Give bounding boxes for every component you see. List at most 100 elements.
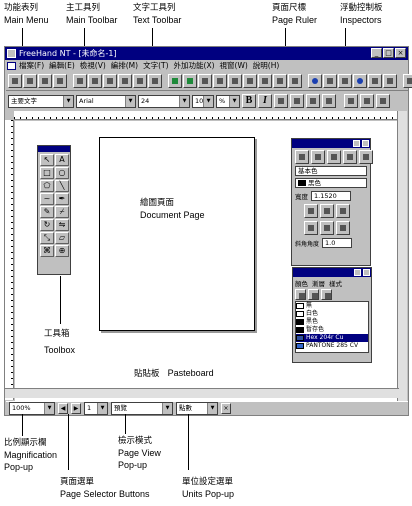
tab-styles[interactable]: 樣式 [329, 278, 342, 288]
rectangle-tool-icon[interactable]: □ [40, 167, 54, 179]
freehand-tool-icon[interactable]: ~ [40, 193, 54, 205]
open-file-icon[interactable] [23, 74, 37, 88]
align-left-icon[interactable] [274, 94, 288, 108]
inspector-icon[interactable] [368, 74, 382, 88]
help-icon[interactable] [403, 74, 412, 88]
knife-tool-icon[interactable]: ⌿ [55, 206, 69, 218]
reflect-tool-icon[interactable]: ⇋ [55, 219, 69, 231]
ellipse-tool-icon[interactable]: ○ [55, 167, 69, 179]
skew-tool-icon[interactable]: ▱ [55, 232, 69, 244]
menu-help[interactable]: 說明(H) [253, 60, 280, 72]
ungroup-icon[interactable] [183, 74, 197, 88]
save-icon[interactable] [38, 74, 52, 88]
text-tab-icon[interactable] [343, 150, 357, 164]
join-bevel-icon[interactable] [336, 221, 350, 235]
tab-gradients[interactable]: 漸層 [312, 278, 325, 288]
copy-icon[interactable] [118, 74, 132, 88]
paste-icon[interactable] [133, 74, 147, 88]
join-icon[interactable] [273, 74, 287, 88]
horizontal-page-ruler[interactable] [14, 111, 399, 120]
pointer-tool-icon[interactable]: ↖ [40, 154, 54, 166]
layers-icon[interactable] [228, 74, 242, 88]
both-swatch-icon[interactable] [321, 289, 332, 300]
list-item[interactable]: 白色 [296, 310, 368, 318]
list-item[interactable]: PANTONE 285 CV [296, 342, 368, 350]
inspector-close-button[interactable] [362, 140, 369, 147]
font-select[interactable]: Arial [76, 94, 136, 108]
menu-text[interactable]: 文字(T) [143, 60, 168, 72]
text-convert-icon[interactable] [376, 94, 390, 108]
fill-swatch-icon[interactable] [295, 289, 306, 300]
align-right-icon[interactable] [306, 94, 320, 108]
cut-icon[interactable] [103, 74, 117, 88]
minimize-button[interactable]: _ [371, 48, 382, 58]
join-round-icon[interactable] [320, 221, 334, 235]
menu-view[interactable]: 檢視(V) [80, 60, 106, 72]
vertical-page-ruler[interactable] [5, 120, 14, 400]
export-icon[interactable] [88, 74, 102, 88]
menu-file[interactable]: 檔案(F) [19, 60, 44, 72]
object-tab-icon[interactable] [295, 150, 309, 164]
list-item[interactable]: Hex 204r Cu [296, 334, 368, 342]
leading-unit-select[interactable]: % [216, 94, 240, 108]
italic-button[interactable]: I [258, 94, 272, 108]
polygon-tool-icon[interactable]: ⬠ [40, 180, 54, 192]
cap-butt-icon[interactable] [304, 204, 318, 218]
stroke-tab-icon[interactable] [311, 150, 325, 164]
align-center-icon[interactable] [290, 94, 304, 108]
magnify-tool-icon[interactable]: ⊕ [55, 245, 69, 257]
transform-icon[interactable] [213, 74, 227, 88]
maximize-button[interactable]: □ [383, 48, 394, 58]
align-icon[interactable] [198, 74, 212, 88]
list-item[interactable]: 暫存色 [296, 326, 368, 334]
cap-square-icon[interactable] [336, 204, 350, 218]
color-list-title-bar[interactable] [293, 268, 371, 277]
view-icon[interactable] [383, 74, 397, 88]
style-select[interactable]: 主要文字 [8, 94, 74, 108]
inspector-minimize-button[interactable] [353, 140, 360, 147]
size-select[interactable]: 24 [138, 94, 190, 108]
rotate-icon[interactable] [323, 74, 337, 88]
new-file-icon[interactable] [8, 74, 22, 88]
styles-icon[interactable] [243, 74, 257, 88]
group-icon[interactable] [168, 74, 182, 88]
undo-icon[interactable] [148, 74, 162, 88]
color-list-close-button[interactable] [363, 269, 370, 276]
scale-tool-icon[interactable]: ⤡ [40, 232, 54, 244]
text-effect-icon[interactable] [344, 94, 358, 108]
reflect-icon[interactable] [338, 74, 352, 88]
stroke-swatch-icon[interactable] [308, 289, 319, 300]
stroke-type-select[interactable]: 基本色 [295, 166, 367, 176]
color-mixer-icon[interactable] [353, 74, 367, 88]
page-view-select[interactable]: 預覽 [111, 402, 173, 415]
document-page[interactable] [99, 137, 255, 331]
list-item[interactable]: 無 [296, 302, 368, 310]
page-select[interactable]: 1 [84, 402, 108, 415]
document-icon[interactable] [7, 62, 16, 70]
width-input[interactable]: 1.1520 [311, 191, 351, 201]
print-icon[interactable] [53, 74, 67, 88]
magnification-select[interactable]: 100% [9, 402, 55, 415]
prev-page-button[interactable]: ◀ [58, 403, 68, 414]
color-list[interactable]: 無 白色 黑色 暫存色 Hex 204r Cu PANTONE 285 CV [295, 301, 369, 353]
import-icon[interactable] [73, 74, 87, 88]
leading-input[interactable]: 100 [192, 94, 214, 108]
bezigon-tool-icon[interactable]: ✎ [40, 206, 54, 218]
line-tool-icon[interactable]: ╲ [55, 180, 69, 192]
pen-tool-icon[interactable]: ✒ [55, 193, 69, 205]
bold-button[interactable]: B [242, 94, 256, 108]
menu-window[interactable]: 視窗(W) [220, 60, 248, 72]
color-list-minimize-button[interactable] [354, 269, 361, 276]
close-button[interactable]: × [395, 48, 406, 58]
menu-modify[interactable]: 編排(M) [111, 60, 138, 72]
justify-icon[interactable] [322, 94, 336, 108]
next-page-button[interactable]: ▶ [71, 403, 81, 414]
text-path-icon[interactable] [360, 94, 374, 108]
units-select[interactable]: 點數 [176, 402, 218, 415]
status-extra-button[interactable]: × [221, 403, 231, 414]
menu-edit[interactable]: 編輯(E) [49, 60, 75, 72]
join-miter-icon[interactable] [304, 221, 318, 235]
vertical-scrollbar[interactable] [397, 111, 407, 401]
info-icon[interactable] [308, 74, 322, 88]
menu-xtras[interactable]: 外加功能(X) [174, 60, 215, 72]
